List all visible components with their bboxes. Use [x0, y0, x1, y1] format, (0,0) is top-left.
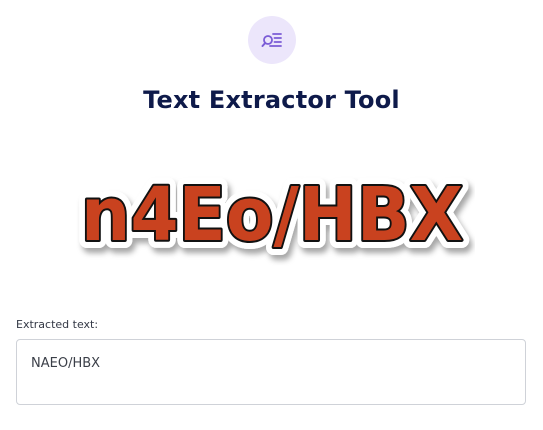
- extracted-text-field[interactable]: NAEO/HBX: [16, 339, 526, 405]
- text-extractor-page: Text Extractor Tool n4Eo/HBX n4Eo/HBX Ex…: [0, 0, 543, 430]
- page-title: Text Extractor Tool: [143, 86, 400, 114]
- text-search-icon: [261, 33, 282, 47]
- tool-icon-badge: [248, 16, 296, 64]
- captcha-image: n4Eo/HBX n4Eo/HBX: [70, 162, 475, 266]
- extracted-text-label: Extracted text:: [16, 318, 99, 331]
- captcha-text: n4Eo/HBX: [81, 172, 463, 258]
- captcha-graphic: n4Eo/HBX n4Eo/HBX: [73, 164, 471, 266]
